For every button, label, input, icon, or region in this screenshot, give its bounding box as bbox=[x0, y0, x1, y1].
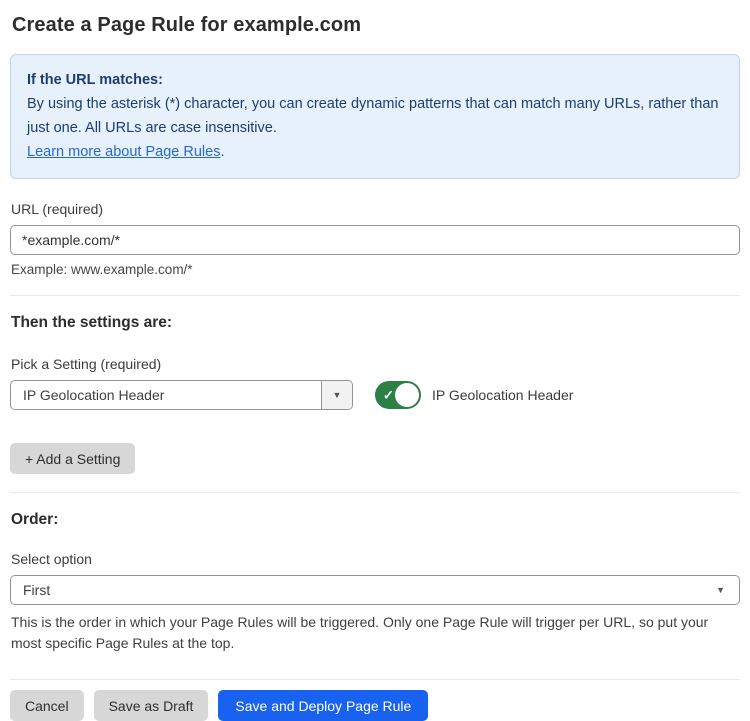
toggle-label: IP Geolocation Header bbox=[432, 387, 573, 403]
url-input[interactable] bbox=[10, 225, 740, 255]
url-example-helper: Example: www.example.com/* bbox=[11, 262, 740, 277]
setting-dropdown-arrow-button[interactable]: ▼ bbox=[321, 381, 352, 409]
save-deploy-button[interactable]: Save and Deploy Page Rule bbox=[218, 690, 428, 721]
check-icon: ✓ bbox=[383, 389, 394, 402]
settings-section: Then the settings are: Pick a Setting (r… bbox=[10, 314, 740, 474]
order-heading: Order: bbox=[11, 511, 740, 529]
url-section: URL (required) Example: www.example.com/… bbox=[10, 201, 740, 277]
save-draft-button[interactable]: Save as Draft bbox=[94, 690, 209, 721]
info-box-link-line: Learn more about Page Rules. bbox=[27, 140, 723, 164]
footer-actions: Cancel Save as Draft Save and Deploy Pag… bbox=[10, 690, 740, 721]
setting-row: IP Geolocation Header ▼ ✓ IP Geolocation… bbox=[10, 380, 740, 410]
pick-setting-label: Pick a Setting (required) bbox=[11, 356, 740, 372]
toggle-knob bbox=[395, 383, 419, 407]
chevron-down-icon: ▼ bbox=[333, 391, 342, 400]
select-option-label: Select option bbox=[11, 551, 740, 567]
order-helper-text: This is the order in which your Page Rul… bbox=[11, 612, 740, 654]
divider bbox=[10, 492, 740, 493]
divider bbox=[10, 679, 740, 680]
info-box-heading: If the URL matches: bbox=[27, 68, 723, 92]
link-period: . bbox=[220, 144, 224, 160]
url-label: URL (required) bbox=[11, 201, 740, 217]
ip-geolocation-toggle[interactable]: ✓ bbox=[375, 381, 421, 409]
divider bbox=[10, 295, 740, 296]
url-matches-info-box: If the URL matches: By using the asteris… bbox=[10, 54, 740, 179]
cancel-button[interactable]: Cancel bbox=[10, 690, 84, 721]
setting-dropdown-value: IP Geolocation Header bbox=[11, 381, 321, 409]
add-setting-button[interactable]: + Add a Setting bbox=[10, 443, 135, 474]
learn-more-link[interactable]: Learn more about Page Rules bbox=[27, 144, 220, 160]
order-section: Order: Select option First ▼ This is the… bbox=[10, 511, 740, 654]
settings-heading: Then the settings are: bbox=[11, 314, 740, 332]
chevron-down-icon: ▼ bbox=[716, 586, 725, 595]
order-select-value: First bbox=[23, 582, 716, 598]
info-box-body: By using the asterisk (*) character, you… bbox=[27, 92, 723, 140]
order-select[interactable]: First ▼ bbox=[10, 575, 740, 605]
setting-dropdown[interactable]: IP Geolocation Header ▼ bbox=[10, 380, 353, 410]
page-title: Create a Page Rule for example.com bbox=[12, 14, 740, 37]
